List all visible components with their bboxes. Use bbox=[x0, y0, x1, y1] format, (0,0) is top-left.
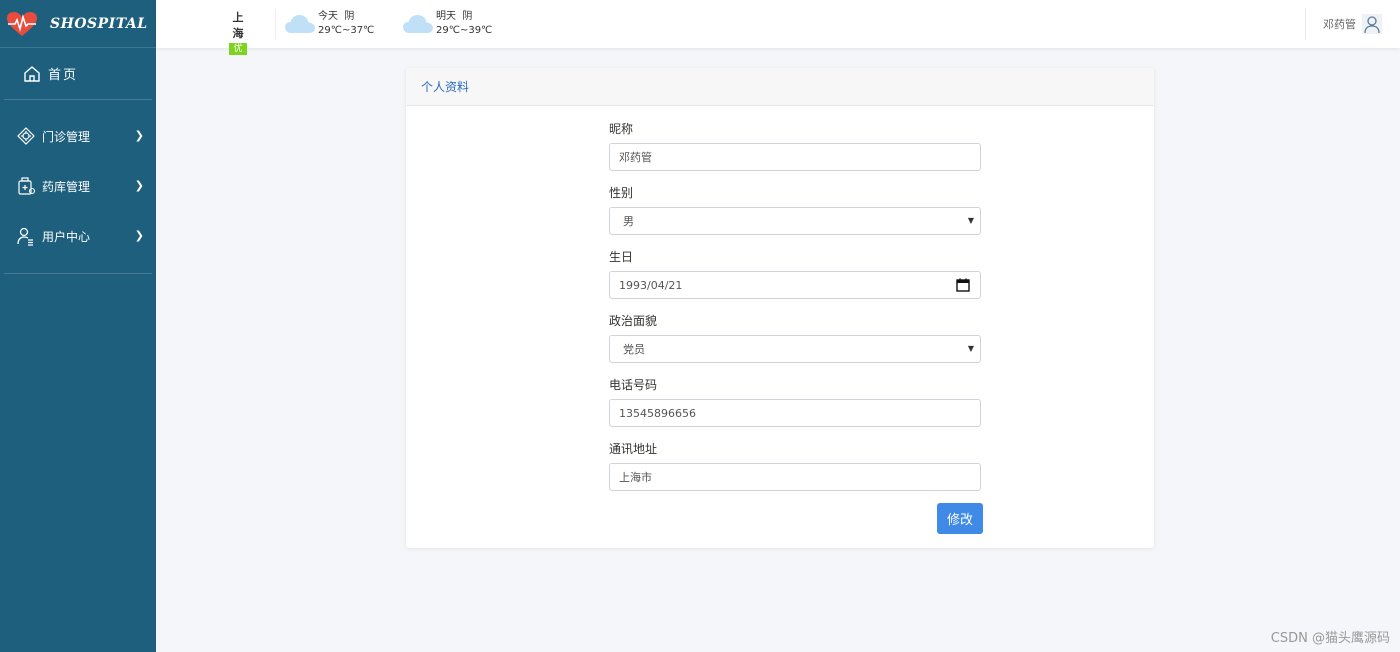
birthday-field[interactable]: 1993/04/21 bbox=[609, 271, 981, 299]
card-title: 个人资料 bbox=[406, 68, 1154, 106]
sidebar-item-user-center[interactable]: 用户中心 ❯ bbox=[4, 211, 152, 261]
user-center-icon bbox=[16, 226, 36, 246]
aqi-badge: 优 bbox=[229, 43, 247, 55]
nickname-value: 邓药管 bbox=[619, 151, 652, 164]
chevron-down-icon: ▼ bbox=[967, 344, 974, 353]
politics-label: 政治面貌 bbox=[609, 314, 658, 328]
sidebar-item-label: 药库管理 bbox=[42, 179, 91, 194]
sidebar-item-label: 首页 bbox=[48, 68, 79, 83]
sidebar-item-clinic[interactable]: 门诊管理 ❯ bbox=[4, 111, 152, 161]
weather-condition: 阴 bbox=[344, 11, 355, 22]
politics-select[interactable]: 党员 ▼ bbox=[609, 335, 981, 363]
cloud-icon bbox=[284, 13, 316, 35]
sidebar-item-pharmacy[interactable]: 药库管理 ❯ bbox=[4, 161, 152, 211]
profile-card: 个人资料 昵称 邓药管 性别 男 ▼ 生日 1993/04/21 政治面貌 党员… bbox=[406, 68, 1154, 548]
weather-tomorrow: 明天 阴 29℃~39℃ bbox=[402, 10, 492, 38]
pharmacy-icon bbox=[16, 176, 36, 196]
user-menu[interactable]: 邓药管 bbox=[1305, 8, 1400, 40]
nickname-field[interactable]: 邓药管 bbox=[609, 143, 981, 171]
gender-label: 性别 bbox=[609, 186, 634, 200]
chevron-down-icon: ▼ bbox=[967, 216, 974, 225]
phone-field[interactable]: 13545896656 bbox=[609, 399, 981, 427]
gender-value: 男 bbox=[623, 215, 634, 228]
chevron-right-icon: ❯ bbox=[134, 179, 144, 192]
weather-temp: 29℃~37℃ bbox=[318, 25, 375, 36]
sidebar: SHOSPITAL 首页 门诊管理 ❯ 药库管理 ❯ 用户中心 ❯ bbox=[0, 0, 156, 652]
profile-form: 昵称 邓药管 性别 男 ▼ 生日 1993/04/21 政治面貌 党员 ▼ 电话… bbox=[609, 120, 983, 534]
address-label: 通讯地址 bbox=[609, 442, 658, 456]
birthday-label: 生日 bbox=[609, 250, 634, 264]
home-icon bbox=[22, 64, 42, 84]
brand-name: SHOSPITAL bbox=[50, 15, 148, 32]
address-value: 上海市 bbox=[619, 471, 652, 484]
watermark: CSDN @猫头鹰源码 bbox=[1270, 631, 1390, 646]
cloud-icon bbox=[402, 13, 434, 35]
nickname-label: 昵称 bbox=[609, 122, 634, 136]
heart-pulse-icon bbox=[6, 11, 38, 37]
chevron-right-icon: ❯ bbox=[134, 229, 144, 242]
brand[interactable]: SHOSPITAL bbox=[0, 0, 156, 48]
weather-day: 明天 bbox=[436, 11, 456, 22]
weather-temp: 29℃~39℃ bbox=[436, 25, 493, 36]
sidebar-item-home[interactable]: 首页 bbox=[4, 48, 152, 100]
chevron-right-icon: ❯ bbox=[134, 129, 144, 142]
city-weather-block: 上海 优 bbox=[228, 9, 276, 55]
politics-value: 党员 bbox=[623, 343, 645, 356]
clinic-icon bbox=[16, 126, 36, 146]
gender-select[interactable]: 男 ▼ bbox=[609, 207, 981, 235]
sidebar-item-label: 用户中心 bbox=[42, 229, 91, 244]
sidebar-item-label: 门诊管理 bbox=[42, 129, 91, 144]
calendar-icon[interactable] bbox=[956, 278, 970, 292]
birthday-value: 1993/04/21 bbox=[619, 278, 683, 292]
user-name: 邓药管 bbox=[1323, 18, 1356, 31]
city-name: 上海 bbox=[232, 11, 244, 40]
submit-button[interactable]: 修改 bbox=[937, 503, 983, 534]
address-field[interactable]: 上海市 bbox=[609, 463, 981, 491]
weather-day: 今天 bbox=[318, 11, 338, 22]
sidebar-menu: 门诊管理 ❯ 药库管理 ❯ 用户中心 ❯ bbox=[4, 100, 152, 274]
weather-condition: 阴 bbox=[462, 11, 473, 22]
topbar: 上海 优 今天 阴 29℃~37℃ 明天 阴 29℃~39℃ 邓药管 bbox=[156, 0, 1400, 55]
avatar bbox=[1362, 14, 1382, 34]
phone-label: 电话号码 bbox=[609, 378, 658, 392]
phone-value: 13545896656 bbox=[619, 406, 696, 420]
weather-today: 今天 阴 29℃~37℃ bbox=[284, 10, 374, 38]
